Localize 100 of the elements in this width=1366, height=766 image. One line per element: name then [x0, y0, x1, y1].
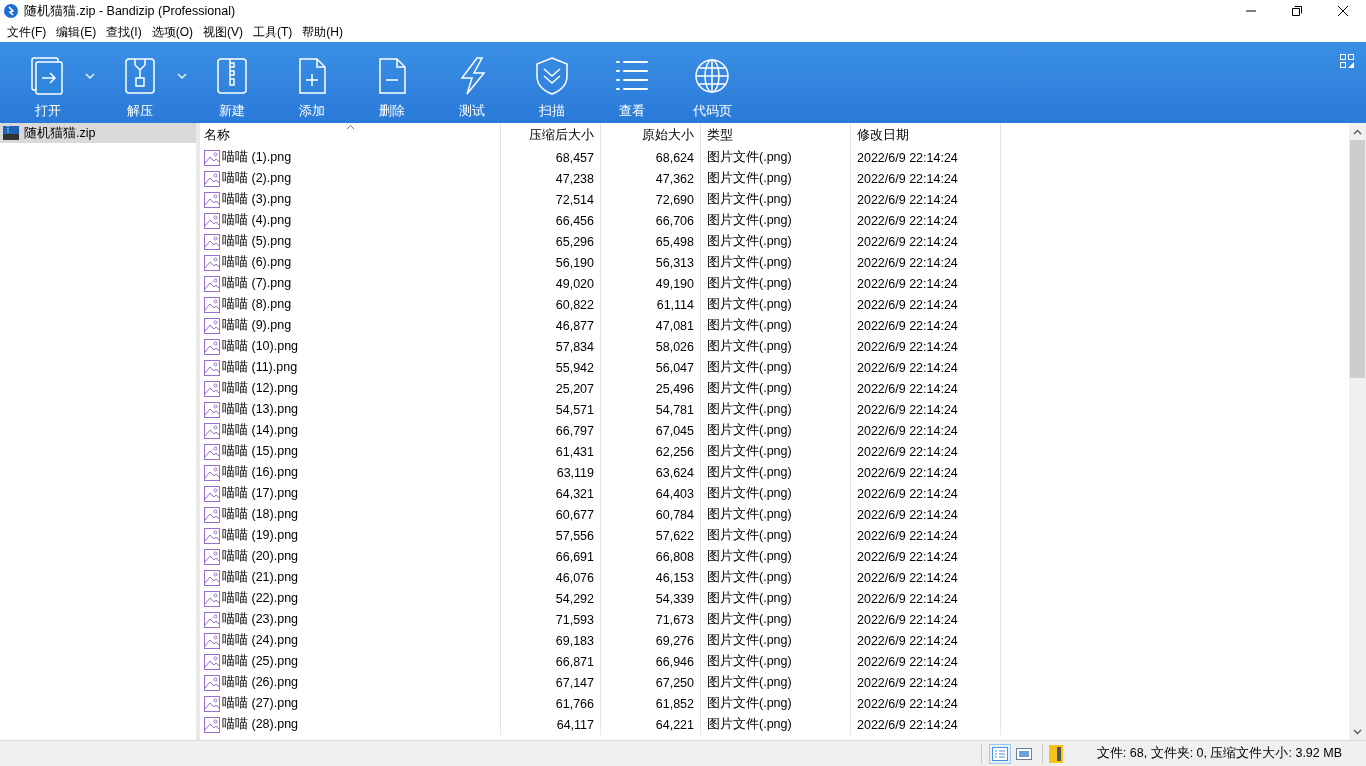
table-cell: 46,076: [555, 570, 594, 585]
table-cell: 25,496: [655, 381, 694, 396]
table-cell: 55,942: [555, 360, 594, 375]
table-cell: 61,766: [555, 696, 594, 711]
table-cell: 64,403: [655, 486, 694, 501]
table-cell: 图片文件(.png): [707, 632, 792, 649]
table-cell: 图片文件(.png): [707, 170, 792, 187]
table-cell: 图片文件(.png): [707, 338, 792, 355]
table-cell: 71,593: [555, 612, 594, 627]
table-cell: 喵喵 (27).png: [222, 695, 299, 712]
table-cell: 喵喵 (22).png: [222, 590, 299, 607]
image-file-icon: [204, 611, 220, 628]
table-cell: 2022/6/9 22:14:24: [857, 696, 958, 711]
table-cell: 64,321: [555, 486, 594, 501]
layout-icon[interactable]: [1340, 54, 1354, 68]
table-cell: 图片文件(.png): [707, 212, 792, 229]
table-cell: 喵喵 (7).png: [222, 275, 292, 292]
toolbar-button[interactable]: 测试: [432, 42, 512, 120]
table-cell: 49,190: [655, 276, 694, 291]
table-cell: 60,784: [655, 507, 694, 522]
menu-item[interactable]: 文件(F): [2, 23, 52, 41]
menu-item[interactable]: 视图(V): [198, 23, 248, 41]
table-cell: 图片文件(.png): [707, 401, 792, 418]
tree-item[interactable]: 随机猫猫.zip: [0, 123, 196, 143]
menu-item[interactable]: 查找(I): [101, 23, 147, 41]
table-cell: 61,431: [555, 444, 594, 459]
table-cell: 喵喵 (13).png: [222, 401, 299, 418]
image-file-icon: [204, 695, 220, 712]
image-file-icon: [204, 716, 220, 733]
menu-item[interactable]: 选项(O): [146, 23, 198, 41]
table-cell: 喵喵 (12).png: [222, 380, 299, 397]
details-view-button[interactable]: [988, 743, 1011, 764]
app-icon: [4, 4, 18, 18]
zip-archive-icon: [2, 125, 20, 141]
table-cell: 58,026: [655, 339, 694, 354]
image-file-icon: [204, 359, 220, 376]
toolbar-button[interactable]: 打开: [8, 42, 100, 120]
table-cell: 71,673: [655, 612, 694, 627]
image-file-icon: [204, 485, 220, 502]
image-file-icon: [204, 443, 220, 460]
image-file-icon: [204, 317, 220, 334]
table-cell: 2022/6/9 22:14:24: [857, 339, 958, 354]
table-cell: 61,114: [656, 297, 694, 312]
table-cell: 喵喵 (4).png: [222, 212, 292, 229]
image-file-icon: [204, 590, 220, 607]
table-cell: 喵喵 (17).png: [222, 485, 299, 502]
toolbar-button[interactable]: 代码页: [672, 42, 752, 120]
toolbar-button[interactable]: 新建: [192, 42, 272, 120]
table-cell: 2022/6/9 22:14:24: [857, 381, 958, 396]
table-cell: 72,690: [655, 192, 694, 207]
scrollbar-thumb[interactable]: [1350, 140, 1365, 378]
image-file-icon: [204, 170, 220, 187]
table-cell: 图片文件(.png): [707, 422, 792, 439]
image-file-icon: [204, 338, 220, 355]
image-file-icon: [204, 401, 220, 418]
table-cell: 2022/6/9 22:14:24: [857, 213, 958, 228]
archive-icon[interactable]: [1048, 744, 1063, 763]
toolbar-button[interactable]: 删除: [352, 42, 432, 120]
caret-icon: [84, 72, 96, 80]
table-cell: 喵喵 (15).png: [222, 443, 299, 460]
table-cell: 49,020: [555, 276, 594, 291]
table-cell: 2022/6/9 22:14:24: [857, 276, 958, 291]
table-cell: 2022/6/9 22:14:24: [857, 486, 958, 501]
window-title: 随机猫猫.zip - Bandizip (Professional): [24, 2, 237, 20]
restore-icon: [1292, 6, 1302, 16]
toolbar-button[interactable]: 添加: [272, 42, 352, 120]
image-file-icon: [204, 422, 220, 439]
table-cell: 图片文件(.png): [707, 254, 792, 271]
table-cell: 65,498: [655, 234, 694, 249]
image-file-icon: [204, 296, 220, 313]
table-cell: 喵喵 (21).png: [222, 569, 299, 586]
image-file-icon: [204, 254, 220, 271]
table-cell: 63,119: [556, 465, 594, 480]
toolbar-button[interactable]: 解压: [100, 42, 192, 120]
menu-item[interactable]: 帮助(H): [297, 23, 348, 41]
table-cell: 66,808: [655, 549, 694, 564]
table-cell: 61,852: [655, 696, 694, 711]
table-cell: 2022/6/9 22:14:24: [857, 255, 958, 270]
image-file-icon: [204, 275, 220, 292]
table-cell: 2022/6/9 22:14:24: [857, 171, 958, 186]
table-cell: 2022/6/9 22:14:24: [857, 654, 958, 669]
table-cell: 63,624: [655, 465, 694, 480]
table-cell: 图片文件(.png): [707, 359, 792, 376]
menu-item[interactable]: 工具(T): [248, 23, 298, 41]
menu-item[interactable]: 编辑(E): [51, 23, 102, 41]
table-cell: 图片文件(.png): [707, 317, 792, 334]
table-cell: 2022/6/9 22:14:24: [857, 192, 958, 207]
table-cell: 图片文件(.png): [707, 611, 792, 628]
table-cell: 2022/6/9 22:14:24: [857, 465, 958, 480]
toolbar-button[interactable]: 扫描: [512, 42, 592, 120]
table-cell: 2022/6/9 22:14:24: [857, 297, 958, 312]
toolbar-button[interactable]: 查看: [592, 42, 672, 120]
caret-icon: [176, 72, 188, 80]
table-cell: 2022/6/9 22:14:24: [857, 318, 958, 333]
table-cell: 2022/6/9 22:14:24: [857, 549, 958, 564]
table-cell: 图片文件(.png): [707, 506, 792, 523]
table-cell: 2022/6/9 22:14:24: [857, 570, 958, 585]
table-cell: 54,339: [655, 591, 694, 606]
table-cell: 图片文件(.png): [707, 443, 792, 460]
table-cell: 喵喵 (25).png: [222, 653, 299, 670]
